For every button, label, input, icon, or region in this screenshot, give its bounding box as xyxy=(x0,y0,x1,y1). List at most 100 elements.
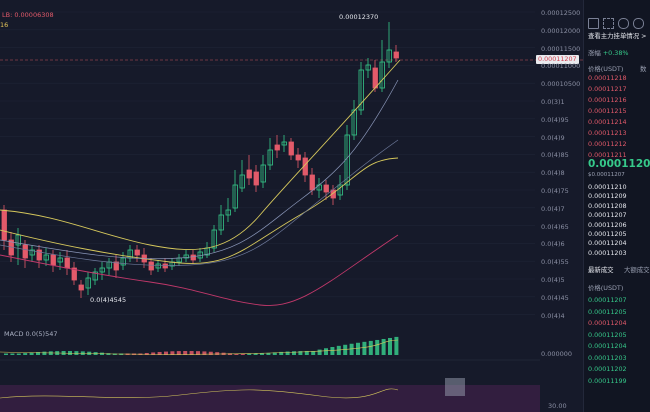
trade-row: 0.00011205 xyxy=(588,307,627,316)
indicator-value: LB: 0.00006308 xyxy=(2,11,54,19)
amount-header: 数 xyxy=(640,65,647,73)
grid-icon[interactable] xyxy=(603,18,614,29)
trades-price-header: 价格(USDT) xyxy=(588,284,624,292)
macd-bar xyxy=(260,353,264,355)
change-value: +0.38% xyxy=(602,49,629,57)
ask-row[interactable]: 0.00011216 xyxy=(588,96,627,104)
candle-body xyxy=(148,261,154,271)
bid-row[interactable]: 0.00011210 xyxy=(588,183,627,191)
macd-bar xyxy=(42,351,47,355)
ask-row[interactable]: 0.00011214 xyxy=(588,118,627,126)
price-axis-label: 0.0(4)65 xyxy=(541,222,569,231)
ask-row[interactable]: 0.00011218 xyxy=(588,74,627,82)
last-price-usd: $0.00011207 xyxy=(588,172,625,178)
candle-body xyxy=(274,144,280,151)
candle-body xyxy=(64,257,70,269)
order-book-panel: 查看主力挂单情况 > 涨幅 +0.38% 价格(USDT) 数 0.000112… xyxy=(583,0,650,412)
tab-big-trades[interactable]: 大额成交 xyxy=(624,265,650,274)
trade-row: 0.00011203 xyxy=(588,353,627,362)
ask-row[interactable]: 0.00011213 xyxy=(588,129,627,137)
indicator-value-2: 16 xyxy=(0,21,9,29)
price-axis-label: 0.0(4)85 xyxy=(541,151,569,160)
macd-bar xyxy=(375,339,380,355)
macd-bar xyxy=(10,353,15,355)
macd-bar xyxy=(394,336,399,355)
bid-row[interactable]: 0.00011206 xyxy=(588,221,627,229)
price-axis-label: 0.0(4)9 xyxy=(541,133,565,142)
macd-bar xyxy=(253,353,258,355)
low-annotation: 0.0(4)4545 xyxy=(90,296,127,304)
macd-label: MACD 0.0(5)547 xyxy=(4,330,58,338)
macd-bar xyxy=(317,349,322,355)
trade-row: 0.00011204 xyxy=(588,319,627,327)
bid-row[interactable]: 0.00011207 xyxy=(588,211,627,219)
price-axis-label: 0.0(4)6 xyxy=(541,240,565,249)
candle-body xyxy=(78,284,84,291)
candle-body xyxy=(134,249,140,256)
bid-row[interactable]: 0.00011203 xyxy=(588,249,627,257)
macd-bar xyxy=(208,351,213,355)
macd-bar xyxy=(336,345,341,355)
chart-area[interactable]: LB: 0.00006308 16 0.00012370 0.0(4)4545 … xyxy=(0,0,583,412)
price-axis-label: 0.0(4)7 xyxy=(541,204,565,213)
candle-body xyxy=(1,209,7,241)
trade-row: 0.00011207 xyxy=(588,296,627,304)
bid-row[interactable]: 0.00011209 xyxy=(588,192,627,200)
macd-bar xyxy=(215,352,220,355)
candle-body xyxy=(372,67,378,89)
candle-body xyxy=(323,184,329,193)
candle-body xyxy=(288,141,294,156)
price-axis-label: 0.0(4)8 xyxy=(541,169,565,178)
tab-latest-trades[interactable]: 最新成交 xyxy=(588,265,614,274)
settings-icon[interactable] xyxy=(633,18,644,29)
macd-bar xyxy=(381,338,386,355)
price-header: 价格(USDT) xyxy=(588,65,624,73)
candle-body xyxy=(309,174,315,191)
candle-body xyxy=(190,254,196,261)
macd-bar xyxy=(349,343,354,355)
price-axis-label: 0.0(4)45 xyxy=(541,293,569,302)
candle-body xyxy=(162,263,168,269)
last-price: 0.00011207 xyxy=(588,158,650,170)
macd-bar xyxy=(16,353,21,355)
ask-row[interactable]: 0.00011212 xyxy=(588,140,627,148)
macd-bar xyxy=(368,340,373,355)
candlestick-chart[interactable] xyxy=(0,0,583,412)
candle-body xyxy=(253,171,259,186)
trade-row: 0.00011199 xyxy=(588,376,627,385)
main-orders-link[interactable]: 查看主力挂单情况 > xyxy=(588,31,647,40)
price-axis-label: 0.0(4)75 xyxy=(541,187,569,195)
ruler-icon[interactable] xyxy=(588,18,599,29)
upper-band xyxy=(0,59,401,250)
layers-icon[interactable] xyxy=(618,18,629,29)
high-annotation: 0.00012370 xyxy=(339,13,379,21)
ask-row[interactable]: 0.00011217 xyxy=(588,85,627,93)
ma-line-2 xyxy=(0,139,399,266)
macd-bar xyxy=(285,351,290,355)
price-axis-label: 0.00012500 xyxy=(541,9,581,17)
price-axis-label: 0.0(4)5 xyxy=(541,276,565,284)
change-label: 涨幅 +0.38% xyxy=(588,49,629,57)
price-axis-label: 0.00012000 xyxy=(541,26,581,35)
ask-row[interactable]: 0.00011215 xyxy=(588,107,627,115)
macd-bar xyxy=(292,351,296,355)
macd-bar xyxy=(362,341,367,355)
price-axis-label: 0.00010500 xyxy=(541,80,581,89)
price-axis-label: 0.0(4)95 xyxy=(541,115,569,124)
macd-bar xyxy=(23,353,28,355)
candle-body xyxy=(393,51,399,59)
macd-bar xyxy=(356,342,360,355)
middle-band xyxy=(0,157,399,264)
candle-body xyxy=(246,169,252,179)
bottom-axis-label: 30.00 xyxy=(548,402,567,410)
macd-bar xyxy=(4,353,8,355)
macd-bar xyxy=(330,347,335,355)
macd-bar xyxy=(151,352,156,355)
macd-bar xyxy=(343,344,348,355)
candle-body xyxy=(22,244,28,259)
bid-row[interactable]: 0.00011208 xyxy=(588,202,627,210)
price-axis-label: 0.00011000 xyxy=(541,62,581,71)
bid-row[interactable]: 0.00011204 xyxy=(588,239,627,247)
bid-row[interactable]: 0.00011205 xyxy=(588,230,627,238)
macd-axis-label: 0.000000 xyxy=(541,350,573,358)
